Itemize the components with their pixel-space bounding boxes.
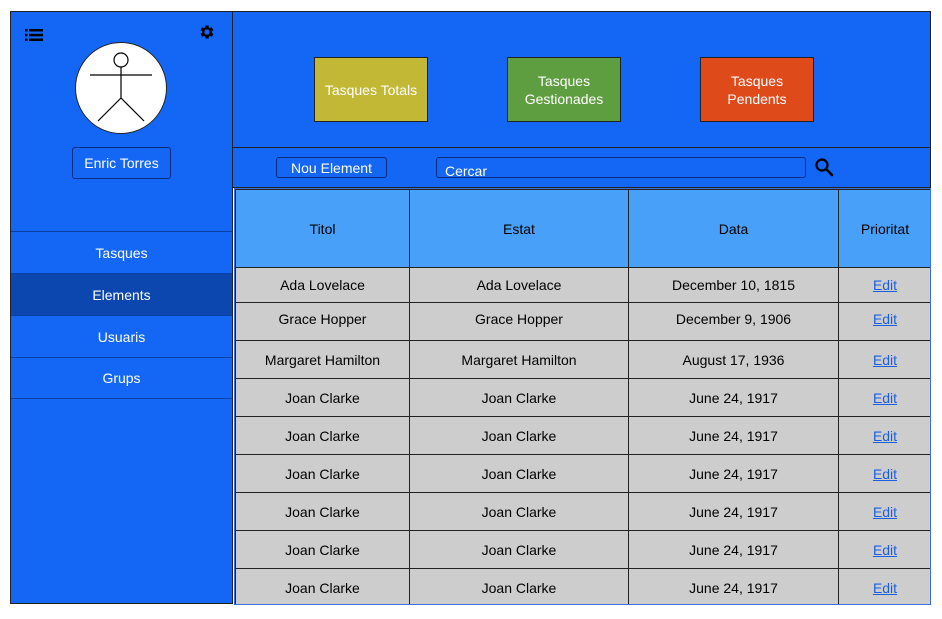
cell-estat: Ada Lovelace	[409, 267, 629, 303]
edit-link[interactable]: Edit	[873, 504, 897, 520]
cell-estat: Joan Clarke	[409, 454, 629, 493]
stick-figure-avatar-icon	[90, 52, 152, 122]
cell-data: June 24, 1917	[628, 416, 839, 455]
table-row: Joan Clarke Joan Clarke June 24, 1917 Ed…	[235, 568, 930, 604]
table-row: Joan Clarke Joan Clarke June 24, 1917 Ed…	[235, 416, 930, 455]
sidebar-item-tasques[interactable]: Tasques	[11, 231, 232, 273]
edit-link[interactable]: Edit	[873, 466, 897, 482]
sidebar-item-usuaris[interactable]: Usuaris	[11, 315, 232, 357]
cell-estat: Grace Hopper	[409, 302, 629, 341]
cell-prioritat: Edit	[838, 302, 930, 341]
header: Tasques Totals Tasques Gestionades Tasqu…	[233, 11, 931, 148]
elements-table: Titol Estat Data Prioritat Ada Lovelace …	[234, 188, 931, 605]
cell-prioritat: Edit	[838, 416, 930, 455]
cell-data: December 9, 1906	[628, 302, 839, 341]
table-row: Joan Clarke Joan Clarke June 24, 1917 Ed…	[235, 378, 930, 417]
cell-titol: Joan Clarke	[235, 416, 410, 455]
cell-titol: Joan Clarke	[235, 378, 410, 417]
cell-estat: Margaret Hamilton	[409, 340, 629, 379]
sidebar-item-elements[interactable]: Elements	[11, 273, 232, 315]
avatar	[75, 42, 167, 134]
cell-prioritat: Edit	[838, 492, 930, 531]
edit-link[interactable]: Edit	[873, 428, 897, 444]
cell-data: December 10, 1815	[628, 267, 839, 303]
cell-prioritat: Edit	[838, 530, 930, 569]
cell-data: June 24, 1917	[628, 492, 839, 531]
table-row: Margaret Hamilton Margaret Hamilton Augu…	[235, 340, 930, 379]
cell-data: June 24, 1917	[628, 454, 839, 493]
sidebar-nav: Tasques Elements Usuaris Grups	[11, 231, 232, 399]
cell-estat: Joan Clarke	[409, 378, 629, 417]
cell-titol: Joan Clarke	[235, 530, 410, 569]
cell-estat: Joan Clarke	[409, 416, 629, 455]
stat-tasques-gestionades[interactable]: Tasques Gestionades	[507, 57, 621, 122]
cell-data: August 17, 1936	[628, 340, 839, 379]
sidebar-item-label: Elements	[92, 286, 151, 303]
gear-icon[interactable]	[198, 23, 216, 41]
sidebar: Enric Torres Tasques Elements Usuaris Gr…	[10, 11, 233, 604]
column-header-prioritat[interactable]: Prioritat	[838, 189, 930, 268]
edit-link[interactable]: Edit	[873, 390, 897, 406]
column-header-data[interactable]: Data	[628, 189, 839, 268]
user-name-button[interactable]: Enric Torres	[72, 147, 171, 179]
edit-link[interactable]: Edit	[873, 580, 897, 596]
table-row: Joan Clarke Joan Clarke June 24, 1917 Ed…	[235, 530, 930, 569]
cell-titol: Ada Lovelace	[235, 267, 410, 303]
list-icon[interactable]	[25, 28, 43, 42]
cell-prioritat: Edit	[838, 378, 930, 417]
cell-estat: Joan Clarke	[409, 492, 629, 531]
edit-link[interactable]: Edit	[873, 542, 897, 558]
search-icon[interactable]	[814, 157, 834, 177]
cell-data: June 24, 1917	[628, 530, 839, 569]
edit-link[interactable]: Edit	[873, 277, 897, 293]
edit-link[interactable]: Edit	[873, 352, 897, 368]
cell-estat: Joan Clarke	[409, 568, 629, 604]
stat-tasques-pendents[interactable]: Tasques Pendents	[700, 57, 814, 122]
table-row: Joan Clarke Joan Clarke June 24, 1917 Ed…	[235, 492, 930, 531]
toolbar: Nou Element	[233, 148, 931, 188]
cell-data: June 24, 1917	[628, 378, 839, 417]
cell-prioritat: Edit	[838, 267, 930, 303]
column-header-estat[interactable]: Estat	[409, 189, 629, 268]
cell-titol: Margaret Hamilton	[235, 340, 410, 379]
cell-titol: Grace Hopper	[235, 302, 410, 341]
new-element-button[interactable]: Nou Element	[276, 157, 387, 178]
search-input[interactable]	[436, 157, 806, 178]
table-header-row: Titol Estat Data Prioritat	[235, 189, 930, 268]
sidebar-item-label: Grups	[102, 370, 141, 386]
cell-prioritat: Edit	[838, 454, 930, 493]
cell-titol: Joan Clarke	[235, 492, 410, 531]
column-header-titol[interactable]: Titol	[235, 189, 410, 268]
cell-prioritat: Edit	[838, 340, 930, 379]
cell-titol: Joan Clarke	[235, 568, 410, 604]
sidebar-item-label: Usuaris	[97, 328, 146, 345]
table-row: Ada Lovelace Ada Lovelace December 10, 1…	[235, 267, 930, 303]
cell-titol: Joan Clarke	[235, 454, 410, 493]
table-row: Joan Clarke Joan Clarke June 24, 1917 Ed…	[235, 454, 930, 493]
stat-tasques-totals[interactable]: Tasques Totals	[314, 57, 428, 122]
cell-prioritat: Edit	[838, 568, 930, 604]
sidebar-item-grups[interactable]: Grups	[11, 357, 232, 399]
edit-link[interactable]: Edit	[873, 311, 897, 327]
cell-estat: Joan Clarke	[409, 530, 629, 569]
cell-data: June 24, 1917	[628, 568, 839, 604]
table-row: Grace Hopper Grace Hopper December 9, 19…	[235, 302, 930, 341]
sidebar-item-label: Tasques	[95, 244, 148, 261]
